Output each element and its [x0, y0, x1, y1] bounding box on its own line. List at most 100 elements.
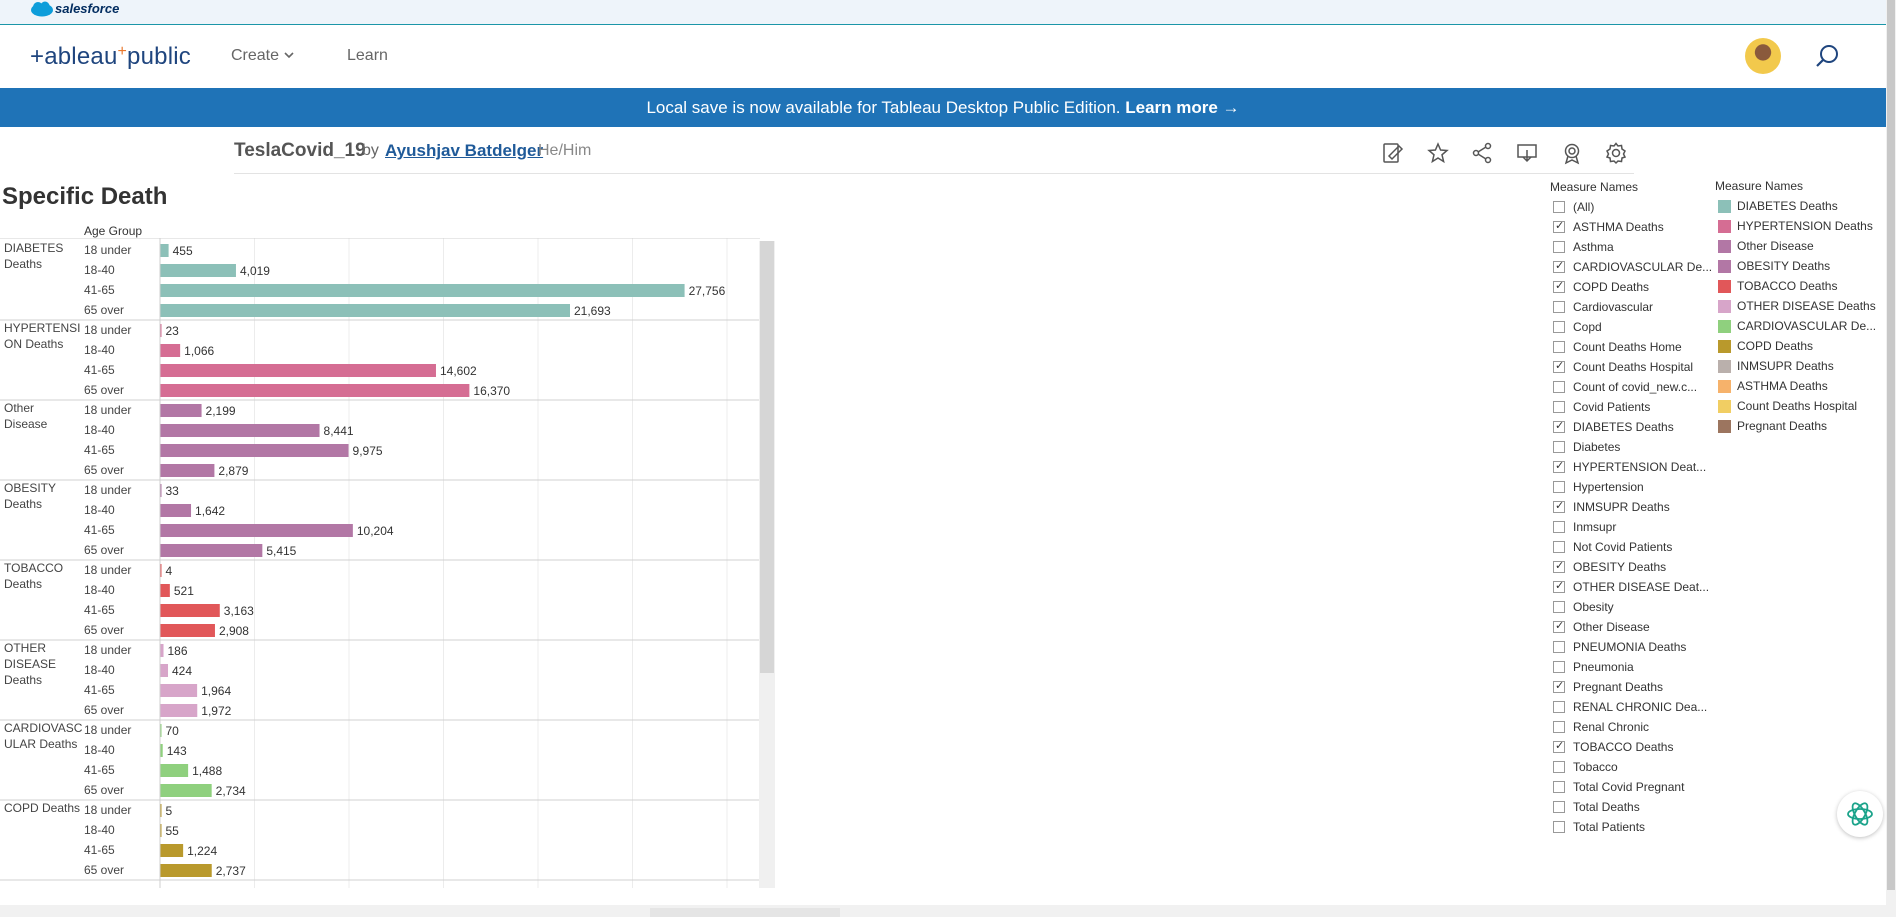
bar[interactable]	[160, 504, 192, 517]
page-scrollbar-thumb[interactable]	[1887, 0, 1895, 890]
filter-item[interactable]: Copd	[1553, 318, 1703, 338]
filter-checkbox[interactable]	[1553, 321, 1565, 333]
legend-item[interactable]: Pregnant Deaths	[1718, 417, 1888, 437]
star-icon[interactable]	[1426, 141, 1450, 165]
filter-item[interactable]: Total Patients	[1553, 818, 1703, 838]
tableau-public-logo[interactable]: +ableau+public	[30, 43, 191, 71]
bar[interactable]	[160, 684, 198, 697]
bar[interactable]	[160, 544, 263, 557]
filter-checkbox[interactable]	[1553, 419, 1565, 433]
bar-chart-area[interactable]: DIABETES Deaths 18 under 455 18-40 4,019 41-65…	[0, 237, 760, 910]
legend-item[interactable]: COPD Deaths	[1718, 337, 1888, 357]
legend-item[interactable]: OTHER DISEASE Deaths	[1718, 297, 1888, 317]
filter-item[interactable]: Tobacco	[1553, 758, 1703, 778]
filter-checkbox[interactable]	[1553, 761, 1565, 773]
filter-checkbox[interactable]	[1553, 701, 1565, 713]
legend-item[interactable]: Other Disease	[1718, 237, 1888, 257]
legend-item[interactable]: ASTHMA Deaths	[1718, 377, 1888, 397]
filter-item[interactable]: Hypertension	[1553, 478, 1703, 498]
filter-checkbox[interactable]	[1553, 499, 1565, 513]
filter-item[interactable]: Total Covid Pregnant	[1553, 778, 1703, 798]
avatar[interactable]	[1745, 38, 1781, 74]
bar[interactable]	[160, 784, 212, 797]
filter-checkbox[interactable]	[1553, 219, 1565, 233]
page-hscroll-thumb[interactable]	[650, 908, 840, 917]
bar[interactable]	[160, 244, 169, 257]
filter-checkbox[interactable]	[1553, 381, 1565, 393]
filter-checkbox[interactable]	[1553, 619, 1565, 633]
nav-create[interactable]: Create	[231, 47, 295, 65]
legend-item[interactable]: DIABETES Deaths	[1718, 197, 1888, 217]
edit-icon[interactable]	[1381, 141, 1405, 165]
filter-checkbox[interactable]	[1553, 481, 1565, 493]
legend-item[interactable]: Count Deaths Hospital	[1718, 397, 1888, 417]
filter-item[interactable]: Renal Chronic	[1553, 718, 1703, 738]
filter-checkbox[interactable]	[1553, 301, 1565, 313]
filter-checkbox[interactable]	[1553, 259, 1565, 273]
filter-checkbox[interactable]	[1553, 661, 1565, 673]
search-icon[interactable]	[1815, 43, 1841, 69]
page-horizontal-scrollbar[interactable]	[0, 905, 1886, 917]
filter-item[interactable]: HYPERTENSION Deat...	[1553, 458, 1706, 478]
page-vertical-scrollbar[interactable]	[1886, 0, 1896, 917]
filter-checkbox[interactable]	[1553, 279, 1565, 293]
legend-item[interactable]: HYPERTENSION Deaths	[1718, 217, 1888, 237]
filter-item[interactable]: Cardiovascular	[1553, 298, 1703, 318]
filter-item[interactable]: Diabetes	[1553, 438, 1703, 458]
filter-item[interactable]: TOBACCO Deaths	[1553, 738, 1703, 758]
filter-item[interactable]: Pregnant Deaths	[1553, 678, 1703, 698]
bar[interactable]	[160, 704, 198, 717]
bar[interactable]	[160, 364, 436, 377]
bar[interactable]	[160, 664, 169, 677]
filter-item[interactable]: Inmsupr	[1553, 518, 1703, 538]
filter-item[interactable]: DIABETES Deaths	[1553, 418, 1703, 438]
filter-checkbox[interactable]	[1553, 559, 1565, 573]
legend-item[interactable]: CARDIOVASCULAR De...	[1718, 317, 1888, 337]
filter-item[interactable]: OTHER DISEASE Deat...	[1553, 578, 1709, 598]
filter-checkbox[interactable]	[1553, 679, 1565, 693]
chart-vertical-scrollbar[interactable]	[759, 241, 775, 888]
filter-checkbox[interactable]	[1553, 601, 1565, 613]
filter-checkbox[interactable]	[1553, 821, 1565, 833]
filter-item[interactable]: Other Disease	[1553, 618, 1703, 638]
assistant-button[interactable]	[1837, 791, 1883, 837]
bar[interactable]	[160, 444, 349, 457]
filter-item[interactable]: PNEUMONIA Deaths	[1553, 638, 1703, 658]
filter-checkbox[interactable]	[1553, 801, 1565, 813]
bar[interactable]	[160, 864, 212, 877]
legend-item[interactable]: OBESITY Deaths	[1718, 257, 1888, 277]
bar[interactable]	[160, 604, 220, 617]
author-link[interactable]: Ayushjav Batdelger	[385, 141, 543, 161]
filter-checkbox[interactable]	[1553, 241, 1565, 253]
bar[interactable]	[160, 404, 202, 417]
bar[interactable]	[160, 284, 685, 297]
filter-checkbox[interactable]	[1553, 359, 1565, 373]
filter-item[interactable]: COPD Deaths	[1553, 278, 1703, 298]
filter-item[interactable]: ASTHMA Deaths	[1553, 218, 1703, 238]
filter-item[interactable]: Covid Patients	[1553, 398, 1703, 418]
bar[interactable]	[160, 344, 181, 357]
bar[interactable]	[160, 424, 320, 437]
bar[interactable]	[160, 644, 164, 657]
filter-item[interactable]: CARDIOVASCULAR De...	[1553, 258, 1712, 278]
chart-scrollbar-thumb[interactable]	[760, 241, 774, 673]
filter-item[interactable]: (All)	[1553, 198, 1703, 218]
share-icon[interactable]	[1470, 141, 1494, 165]
bar[interactable]	[160, 464, 215, 477]
filter-item[interactable]: Total Deaths	[1553, 798, 1703, 818]
bar[interactable]	[160, 844, 184, 857]
filter-checkbox[interactable]	[1553, 541, 1565, 553]
filter-checkbox[interactable]	[1553, 641, 1565, 653]
bar[interactable]	[160, 264, 236, 277]
filter-item[interactable]: Count Deaths Home	[1553, 338, 1703, 358]
filter-item[interactable]: RENAL CHRONIC Dea...	[1553, 698, 1707, 718]
filter-checkbox[interactable]	[1553, 341, 1565, 353]
download-icon[interactable]	[1515, 141, 1539, 165]
filter-item[interactable]: Pneumonia	[1553, 658, 1703, 678]
bar[interactable]	[160, 384, 470, 397]
filter-item[interactable]: Count of covid_new.c...	[1553, 378, 1703, 398]
filter-checkbox[interactable]	[1553, 721, 1565, 733]
legend-item[interactable]: TOBACCO Deaths	[1718, 277, 1888, 297]
banner-learn-more-link[interactable]: Learn more →	[1125, 98, 1239, 117]
bar[interactable]	[160, 764, 189, 777]
